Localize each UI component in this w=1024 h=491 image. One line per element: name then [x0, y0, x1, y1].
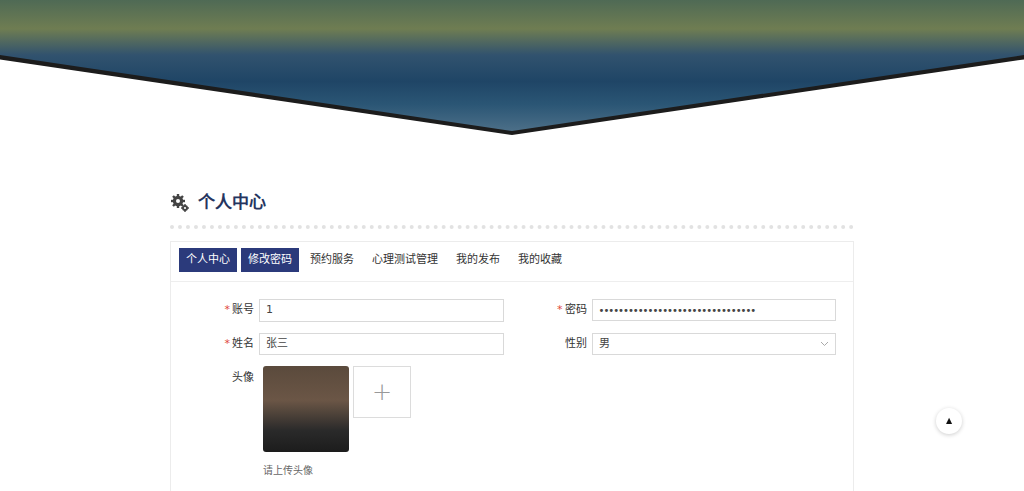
avatar-photo	[263, 366, 349, 452]
label-text: 姓名	[232, 337, 254, 350]
required-mark: *	[225, 337, 231, 350]
profile-panel: 个人中心修改密码预约服务心理测试管理我的发布我的收藏*账号*密码*姓名性别男头像…	[170, 241, 854, 491]
label-text: 账号	[232, 303, 254, 316]
gender-select[interactable]: 男	[592, 333, 837, 356]
tab[interactable]: 个人中心	[179, 248, 237, 272]
gear-icon	[170, 193, 190, 213]
banner-image	[0, 0, 1024, 131]
required-mark: *	[225, 303, 231, 316]
page-title: 个人中心	[198, 190, 266, 216]
required-mark: *	[557, 303, 563, 316]
form-row: *姓名 性别男	[171, 333, 836, 356]
label-text: 性别	[565, 337, 587, 350]
form-field: *姓名	[171, 333, 504, 356]
text-input[interactable]	[259, 333, 504, 356]
divider	[170, 225, 854, 229]
label-text: 密码	[565, 303, 587, 316]
content: 个人中心个人中心修改密码预约服务心理测试管理我的发布我的收藏*账号*密码*姓名性…	[170, 190, 854, 491]
field-label: *姓名	[171, 336, 259, 353]
tab-bar: 个人中心修改密码预约服务心理测试管理我的发布我的收藏	[171, 242, 853, 282]
select-value: 男	[599, 336, 610, 353]
form-row: *账号*密码	[171, 299, 836, 322]
form-field: *账号	[171, 299, 504, 322]
field-label: 头像	[171, 366, 259, 387]
chevron-down-icon	[820, 341, 829, 347]
profile-form: *账号*密码*姓名性别男头像+请上传头像	[171, 282, 853, 491]
field-label: 性别	[504, 336, 592, 353]
text-input[interactable]	[259, 299, 504, 322]
upload-hint: 请上传头像	[263, 463, 411, 478]
avatar-images: +	[263, 366, 411, 452]
field-label: *账号	[171, 302, 259, 319]
form-field: 性别男	[504, 333, 837, 356]
tab[interactable]: 我的收藏	[511, 248, 569, 272]
tab[interactable]: 修改密码	[241, 248, 299, 272]
page-heading: 个人中心	[170, 190, 854, 216]
password-input[interactable]	[592, 299, 837, 321]
upload-button[interactable]: +	[353, 366, 411, 418]
tab[interactable]: 预约服务	[303, 248, 361, 272]
scroll-top-button[interactable]: ▲	[936, 408, 962, 434]
label-text: 头像	[232, 371, 254, 384]
banner-photo	[0, 0, 1024, 135]
tab[interactable]: 我的发布	[449, 248, 507, 272]
form-field: *密码	[504, 299, 837, 322]
field-label: *密码	[504, 302, 592, 319]
avatar-row: 头像 + 请上传头像	[171, 366, 836, 478]
avatar-field: + 请上传头像	[259, 366, 411, 478]
tab[interactable]: 心理测试管理	[365, 248, 445, 272]
